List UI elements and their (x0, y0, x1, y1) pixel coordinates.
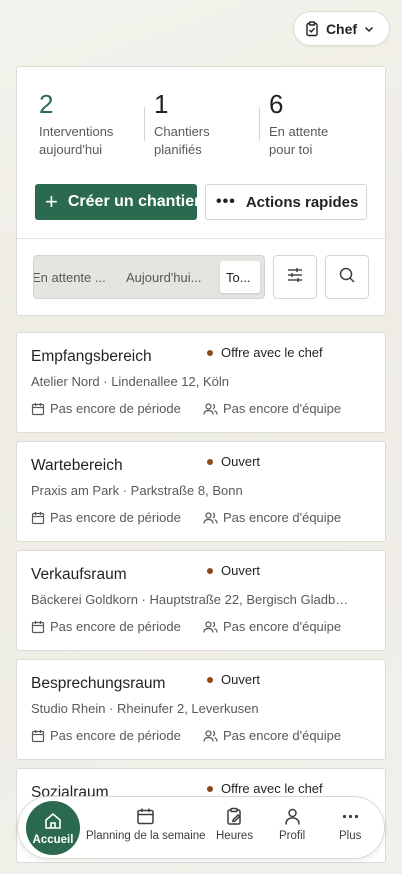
create-site-button[interactable]: + Créer un chantier (35, 184, 197, 220)
status-dot-icon (207, 567, 213, 574)
stat-label: Interventions aujourd'hui (39, 124, 114, 157)
status-badge: Ouvert (207, 563, 260, 578)
filter-segmented-control: En attente ... Aujourd'hui... To... (33, 255, 265, 299)
job-address: Studio Rhein · Rheinufer 2, Leverkusen (31, 701, 259, 716)
quick-actions-label: Actions rapides (245, 193, 359, 211)
tab-today[interactable]: Aujourd'hui... (126, 261, 214, 293)
stat-value: 1 (154, 89, 169, 119)
filter-button[interactable] (273, 255, 317, 299)
nav-item-profile[interactable]: Profil (279, 806, 305, 842)
users-icon (203, 511, 218, 524)
status-badge: Offre avec le chef (207, 345, 323, 360)
stat-label: En attente pour toi (269, 124, 329, 157)
quick-actions-button[interactable]: ••• Actions rapides (205, 184, 367, 220)
divider (17, 238, 385, 239)
users-icon (203, 729, 218, 742)
job-team: Pas encore d'équipe (203, 510, 341, 525)
job-title: Besprechungsraum (31, 675, 166, 692)
stats-row: 2 Interventions aujourd'hui 1 Chantiers … (17, 89, 385, 165)
nav-item-more[interactable]: Plus (339, 806, 361, 842)
job-title: Empfangsbereich (31, 348, 152, 365)
status-dot-icon (207, 785, 213, 792)
status-badge: Offre avec le chef (207, 781, 323, 796)
plus-icon: + (45, 189, 58, 214)
job-card[interactable]: Verkaufsraum Ouvert Bäckerei Goldkorn · … (16, 550, 386, 651)
chevron-down-icon (363, 21, 379, 37)
nav-item-hours[interactable]: Heures (216, 806, 253, 842)
nav-item-home[interactable]: Accueil (26, 801, 80, 855)
search-icon (338, 266, 356, 289)
stat-value: 6 (269, 89, 284, 119)
job-address: Bäckerei Goldkorn · Hauptstraße 22, Berg… (31, 592, 349, 607)
stat-interventions-today[interactable]: 2 Interventions aujourd'hui (39, 89, 154, 159)
tab-all[interactable]: To... (220, 261, 260, 293)
job-period: Pas encore de période (31, 728, 181, 743)
create-site-label: Créer un chantier (67, 193, 197, 210)
nav-item-week-planning[interactable]: Planning de la semaine (86, 806, 206, 842)
search-button[interactable] (325, 255, 369, 299)
calendar-icon (31, 620, 45, 633)
job-address: Atelier Nord · Lindenallee 12, Köln (31, 374, 230, 389)
clipboard-check-icon (304, 20, 320, 37)
calendar-icon (31, 402, 45, 415)
role-selector-button[interactable]: Chef (293, 11, 390, 46)
job-team: Pas encore d'équipe (203, 728, 341, 743)
job-card[interactable]: Wartebereich Ouvert Praxis am Park · Par… (16, 441, 386, 542)
users-icon (203, 620, 218, 633)
home-icon (45, 812, 61, 829)
job-address: Praxis am Park · Parkstraße 8, Bonn (31, 483, 243, 498)
status-badge: Ouvert (207, 454, 260, 469)
calendar-icon (31, 511, 45, 524)
stat-divider (144, 107, 145, 141)
bottom-nav: Accueil Planning de la semaine Heures Pr… (17, 796, 385, 859)
users-icon (203, 402, 218, 415)
stat-divider (259, 107, 260, 141)
status-dot-icon (207, 349, 213, 356)
stat-planned-sites[interactable]: 1 Chantiers planifiés (154, 89, 269, 159)
status-dot-icon (207, 676, 213, 683)
tab-pending[interactable]: En attente ... (34, 261, 112, 293)
job-title: Verkaufsraum (31, 566, 127, 583)
more-dots-icon: ••• (216, 193, 236, 210)
status-badge: Ouvert (207, 672, 260, 687)
job-period: Pas encore de période (31, 510, 181, 525)
role-label: Chef (325, 20, 358, 37)
job-card[interactable]: Besprechungsraum Ouvert Studio Rhein · R… (16, 659, 386, 760)
calendar-icon (31, 729, 45, 742)
stat-pending[interactable]: 6 En attente pour toi (269, 89, 384, 159)
stat-value: 2 (39, 89, 54, 119)
job-period: Pas encore de période (31, 401, 181, 416)
stat-label: Chantiers planifiés (154, 124, 210, 157)
calendar-icon (137, 808, 155, 824)
job-title: Wartebereich (31, 457, 123, 474)
job-period: Pas encore de période (31, 619, 181, 634)
job-team: Pas encore d'équipe (203, 401, 341, 416)
job-card[interactable]: Empfangsbereich Offre avec le chef Ateli… (16, 332, 386, 433)
user-icon (284, 808, 300, 825)
job-team: Pas encore d'équipe (203, 619, 341, 634)
summary-panel: 2 Interventions aujourd'hui 1 Chantiers … (16, 66, 386, 316)
status-dot-icon (207, 458, 213, 465)
more-icon (342, 814, 358, 818)
clipboard-edit-icon (227, 807, 241, 825)
sliders-icon (286, 266, 304, 289)
